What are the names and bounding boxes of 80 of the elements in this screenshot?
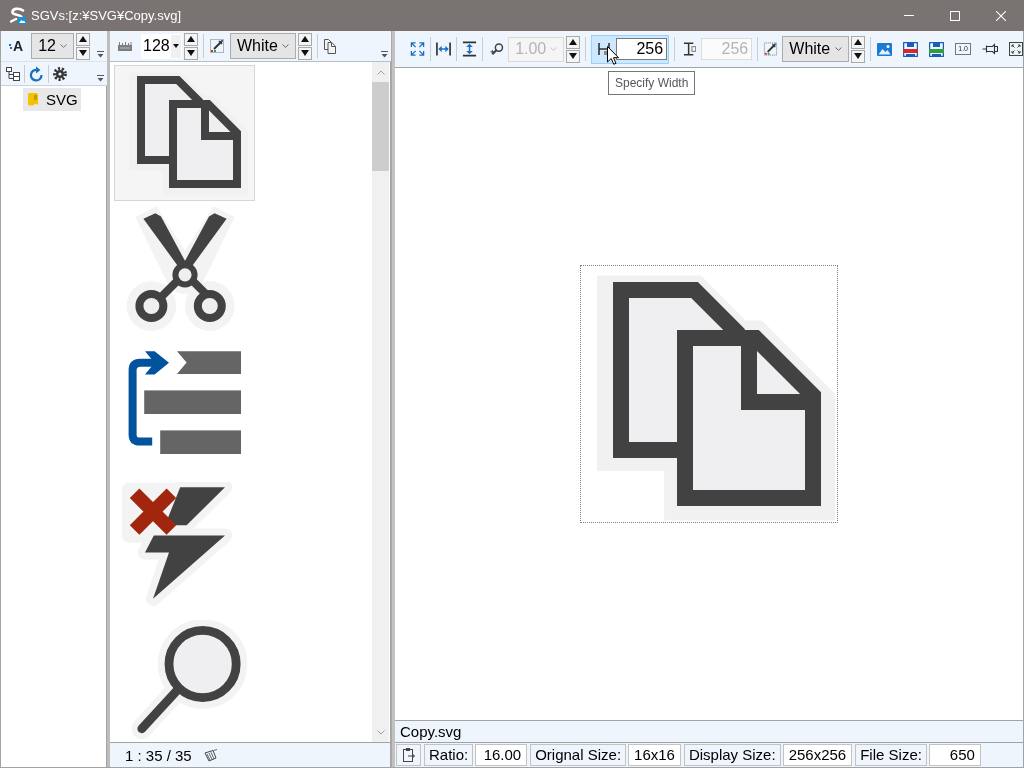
tree-item[interactable]: SVG	[23, 88, 81, 111]
status-label: Orignal Size:	[530, 744, 627, 766]
close-icon	[996, 10, 1006, 21]
chevron-down-icon	[60, 44, 68, 48]
caret-down-icon	[854, 53, 863, 59]
chevron-down-icon	[376, 729, 385, 735]
copy-icon[interactable]	[323, 38, 337, 54]
spin-up-button[interactable]	[566, 35, 581, 49]
status-value: 256x256	[782, 744, 853, 766]
caret-up-icon	[187, 36, 195, 42]
spin-down-button[interactable]	[76, 46, 91, 60]
spin-up-button[interactable]	[298, 32, 312, 46]
folder-icon	[28, 92, 38, 107]
spin-up-button[interactable]	[184, 32, 198, 46]
icon-list-item[interactable]	[114, 65, 255, 201]
width-button[interactable]: 256	[591, 34, 670, 64]
eyedropper-icon[interactable]	[763, 41, 779, 57]
refresh-icon[interactable]	[29, 65, 44, 82]
maximize-icon	[950, 10, 960, 21]
app-logo-icon	[9, 7, 26, 24]
caret-up-icon	[569, 39, 578, 45]
status-value: 650	[928, 744, 981, 766]
overflow-icon[interactable]	[97, 51, 104, 58]
spin-down-button[interactable]	[851, 49, 866, 63]
save-icon[interactable]	[929, 41, 945, 57]
status-value: 16x16	[628, 744, 681, 766]
chevron-down-icon	[282, 44, 289, 48]
width-field[interactable]: 256	[616, 38, 668, 60]
settings-icon[interactable]	[53, 66, 67, 81]
scrollbar-thumb[interactable]	[372, 82, 389, 171]
status-value: 16.00	[475, 744, 528, 766]
eraser-icon[interactable]	[203, 748, 218, 762]
mouse-cursor-icon	[607, 46, 619, 65]
tooltip: Specify Width	[608, 71, 696, 95]
eyedropper-icon[interactable]	[209, 38, 225, 54]
background-combo[interactable]: White	[230, 33, 296, 59]
scrollbar-track[interactable]	[372, 62, 389, 742]
caret-up-icon	[854, 39, 863, 45]
tree-view-icon[interactable]	[6, 66, 20, 81]
spin-down-button[interactable]	[184, 46, 198, 60]
file-name: Copy.svg	[395, 720, 1023, 742]
ruler-icon[interactable]	[118, 41, 132, 51]
fit-height-icon[interactable]	[462, 41, 478, 57]
height-icon[interactable]	[683, 42, 697, 56]
dots-icon	[9, 43, 12, 49]
save-icon[interactable]	[903, 41, 919, 57]
window-title: SGVs:[z:¥SVG¥Copy.svg]	[31, 8, 182, 23]
minimize-icon	[904, 15, 914, 16]
spin-up-button[interactable]	[851, 35, 866, 49]
spin-down-button[interactable]	[298, 46, 312, 60]
clipboard-icon	[402, 748, 415, 762]
pin-icon[interactable]	[982, 43, 998, 55]
overflow-icon[interactable]	[97, 75, 104, 82]
chevron-up-icon	[376, 69, 385, 75]
status-label: File Size:	[855, 744, 927, 766]
caret-up-icon	[79, 36, 88, 42]
status-label: Display Size:	[683, 744, 781, 766]
caret-down-icon	[569, 53, 578, 59]
chevron-down-icon	[835, 47, 843, 51]
icon-size-combo[interactable]: 128	[141, 33, 182, 59]
font-size-glyph: A	[13, 38, 24, 54]
caret-down-icon	[79, 50, 88, 56]
status-label: Ratio:	[424, 744, 474, 766]
spin-up-button[interactable]	[76, 32, 91, 46]
width-icon[interactable]	[598, 42, 613, 56]
caret-up-icon	[301, 36, 309, 42]
fullscreen-icon[interactable]	[1009, 42, 1023, 56]
chevron-down-icon	[550, 47, 558, 51]
spin-down-button[interactable]	[566, 49, 581, 63]
zoom-icon[interactable]	[490, 41, 505, 57]
fit-width-icon[interactable]	[436, 42, 452, 56]
caret-down-icon	[173, 44, 179, 48]
font-size-combo[interactable]: 12	[31, 33, 75, 59]
caret-down-icon	[301, 50, 309, 56]
image-icon[interactable]	[877, 42, 893, 56]
clipboard-button[interactable]	[396, 744, 421, 766]
overflow-icon[interactable]	[381, 51, 388, 58]
item-count: 1 : 35 / 35	[125, 746, 192, 764]
background-combo[interactable]: White	[782, 36, 850, 62]
expand-icon[interactable]	[410, 41, 425, 57]
